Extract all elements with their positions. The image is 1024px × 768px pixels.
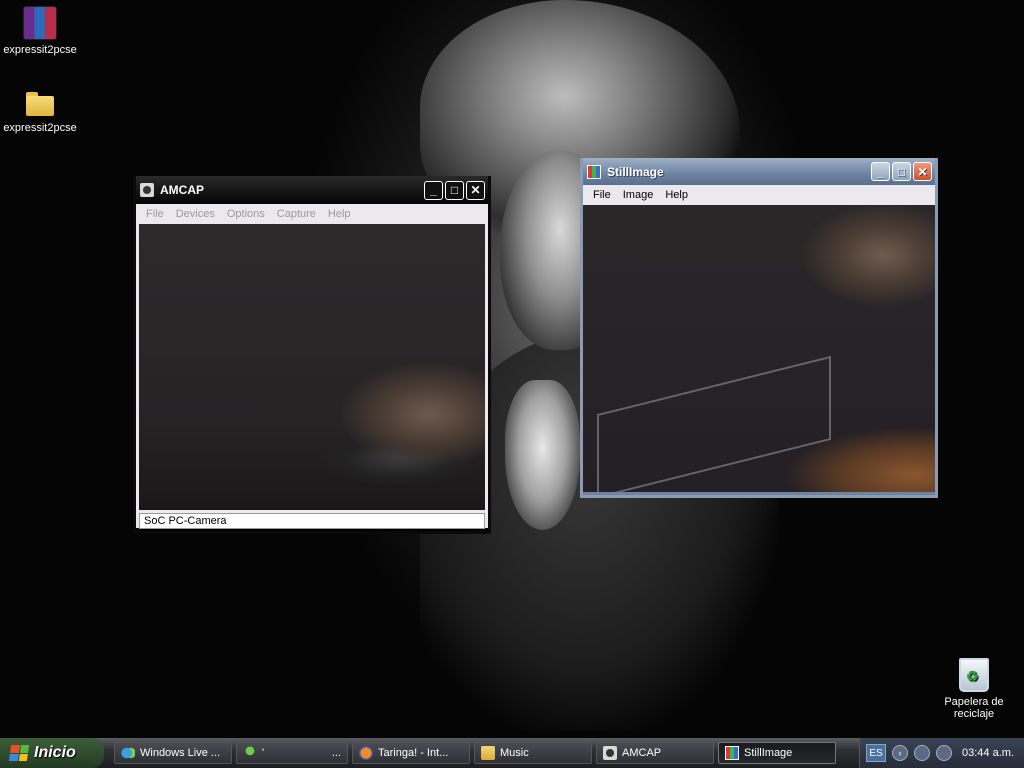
rar-icon [23,6,57,40]
window-title: AMCAP [160,183,204,197]
task-label: StillImage [744,747,793,759]
menu-help[interactable]: Help [659,189,694,201]
task-label: AMCAP [622,747,662,759]
amcap-titlebar[interactable]: AMCAP _ □ ✕ [136,176,488,204]
stillimage-window[interactable]: StillImage _ □ ✕ File Image Help [580,158,938,498]
captured-image [583,205,935,492]
taskbar: Inicio Windows Live ... ' ... Taringa! -… [0,738,1024,768]
stillimage-icon [587,164,601,179]
menu-capture[interactable]: Capture [271,208,322,220]
task-windows-live[interactable]: Windows Live ... [114,742,232,764]
network-icon[interactable] [914,745,931,761]
desktop-icon-expressit-rar[interactable]: expressit2pcse [0,6,80,56]
close-button[interactable]: ✕ [913,162,932,181]
system-tray: ES ‹ 03:44 a.m. [859,738,1024,768]
camera-icon [140,183,154,197]
desktop-icon-label: Papelera de reciclaje [944,696,1004,720]
chevron-left-icon[interactable]: ‹ [892,745,909,761]
desktop-icon-recycle-bin[interactable]: ♻ Papelera de reciclaje [934,658,1014,720]
camera-preview [136,224,488,510]
amcap-statusbar: SoC PC-Camera [136,510,488,529]
mousepad-logo [597,355,831,492]
task-label: Music [500,747,529,759]
windows-logo-icon [8,745,30,761]
maximize-button[interactable]: □ [445,180,464,200]
menu-devices[interactable]: Devices [170,208,221,220]
close-button[interactable]: ✕ [466,180,485,200]
desktop-icon-label: expressit2pcse [3,44,77,56]
status-text: SoC PC-Camera [139,513,485,529]
stillimage-icon [725,746,739,760]
task-label: Windows Live ... [140,747,221,759]
amcap-window[interactable]: AMCAP _ □ ✕ File Devices Options Capture… [133,176,491,534]
task-music[interactable]: Music [474,742,592,764]
messenger-tray-icon[interactable] [936,745,953,761]
windows-live-icon [121,746,135,760]
minimize-button[interactable]: _ [424,180,443,200]
task-label: ' [262,747,265,759]
menu-file[interactable]: File [587,189,617,201]
menu-options[interactable]: Options [221,208,271,220]
task-messenger[interactable]: ' ... [236,742,348,764]
menu-help[interactable]: Help [322,208,357,220]
stillimage-titlebar[interactable]: StillImage _ □ ✕ [583,158,935,185]
maximize-button[interactable]: □ [892,162,911,181]
task-taringa[interactable]: Taringa! - Int... [352,742,470,764]
wallpaper-hand [505,380,580,530]
task-stillimage[interactable]: StillImage [718,742,836,764]
messenger-icon [243,746,257,760]
clock: 03:44 a.m. [962,747,1014,759]
task-label: Taringa! - Int... [378,747,449,759]
desktop-icon-expressit-folder[interactable]: expressit2pcse [0,86,80,134]
start-button[interactable]: Inicio [0,738,104,768]
folder-icon [481,746,495,760]
language-indicator[interactable]: ES [866,744,887,762]
amcap-menubar: File Devices Options Capture Help [136,204,488,224]
start-label: Inicio [34,744,76,761]
recycle-bin-icon: ♻ [959,658,989,692]
minimize-button[interactable]: _ [871,162,890,181]
menu-file[interactable]: File [140,208,170,220]
window-title: StillImage [607,164,664,179]
desktop-icon-label: expressit2pcse [3,122,77,134]
task-buttons: Windows Live ... ' ... Taringa! - Int...… [114,742,836,764]
menu-image[interactable]: Image [617,189,660,201]
task-label: ... [331,747,341,759]
folder-icon [24,86,56,118]
stillimage-menubar: File Image Help [583,185,935,205]
firefox-icon [359,746,373,760]
camera-icon [603,746,617,760]
task-amcap[interactable]: AMCAP [596,742,714,764]
